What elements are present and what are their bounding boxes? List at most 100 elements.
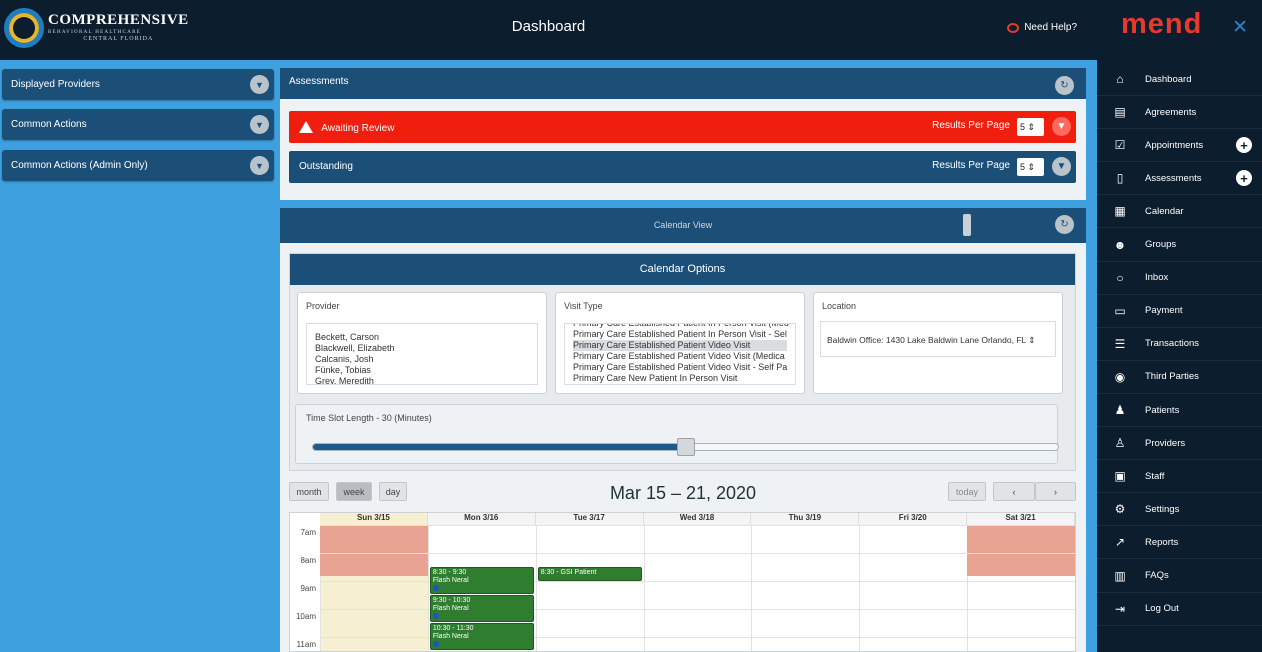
day-header: Mon 3/16 (427, 513, 536, 525)
chevron-down-icon[interactable]: ▼ (250, 75, 269, 94)
common-actions-panel[interactable]: Common Actions ▼ (2, 109, 274, 140)
provider-option[interactable]: Grey, Meredith (315, 376, 529, 384)
hour-label: 10am (295, 612, 316, 621)
visit-type-option[interactable]: Primary Care Established Patient Video V… (573, 340, 787, 351)
hour-label: 11am (296, 640, 316, 649)
provider-icon: ♙ (1114, 436, 1126, 451)
sidebar-item-agreements[interactable]: ▤ Agreements (1097, 96, 1262, 130)
sidebar-item-label: Payment (1145, 305, 1183, 317)
sidebar-item-dashboard[interactable]: ⌂ Dashboard (1097, 63, 1262, 96)
results-per-page-select[interactable]: 5 ⇕ (1017, 118, 1044, 136)
sidebar-item-settings[interactable]: ⚙ Settings (1097, 493, 1262, 527)
need-help-link[interactable]: Need Help? (1007, 22, 1077, 33)
sidebar-item-payment[interactable]: ▭ Payment (1097, 295, 1262, 328)
calendar-event[interactable]: 8:30 - GSI Patient (537, 567, 642, 581)
need-help-label: Need Help? (1024, 22, 1077, 33)
sidebar-item-label: Settings (1145, 503, 1180, 515)
assessments-title: Assessments (289, 76, 349, 87)
location-box: Location Baldwin Office: 1430 Lake Baldw… (813, 292, 1063, 394)
calendar-event[interactable]: 9:30 - 10:30 Flash Neral (429, 595, 534, 622)
awaiting-review-bar[interactable]: Awaiting Review Results Per Page 5 ⇕ ▼ (289, 111, 1076, 143)
sidebar-item-label: Dashboard (1145, 73, 1192, 85)
outstanding-bar[interactable]: Outstanding Results Per Page 5 ⇕ ▼ (289, 151, 1076, 183)
common-actions-admin-panel[interactable]: Common Actions (Admin Only) ▼ (2, 150, 274, 181)
week-grid: Sun 3/15 Mon 3/16 Tue 3/17 Wed 3/18 Thu 3/19… (289, 512, 1076, 652)
day-header: Sun 3/15 (320, 513, 428, 525)
close-icon[interactable]: ✕ (1232, 16, 1248, 39)
day-header: Wed 3/18 (643, 513, 752, 525)
chevron-down-icon[interactable]: ▼ (1052, 117, 1071, 136)
sidebar-item-label: Staff (1145, 470, 1165, 482)
chevron-down-icon[interactable]: ▼ (250, 115, 269, 134)
provider-listbox[interactable]: Beckett, Carson Blackwell, Elizabeth Calca… (306, 323, 538, 385)
sidebar-item-third-parties[interactable]: ◉ Third Parties (1097, 361, 1262, 394)
calendar-panel: Calendar View ↻ Calendar Options Provide… (280, 208, 1086, 652)
results-per-page-label: Results Per Page (932, 120, 1010, 131)
toggle-handle[interactable] (963, 214, 971, 236)
sidebar-item-reports[interactable]: ↗ Reports (1097, 526, 1262, 560)
sidebar-item-label: Groups (1145, 239, 1177, 250)
today-button[interactable]: today (948, 482, 986, 501)
provider-option[interactable]: Beckett, Carson (315, 332, 529, 343)
chevron-down-icon[interactable]: ▼ (250, 156, 269, 175)
sidebar-item-providers[interactable]: ♙ Providers (1097, 427, 1262, 461)
displayed-providers-panel[interactable]: Displayed Providers ▼ (2, 69, 274, 100)
add-icon[interactable]: + (1236, 170, 1252, 187)
sidebar-item-assessments[interactable]: ▯ Assessments + (1097, 162, 1262, 196)
prev-button[interactable]: ‹ (993, 482, 1035, 501)
slider-handle[interactable] (676, 438, 695, 456)
calendar-options-title: Calendar Options (290, 254, 1075, 285)
provider-box: Provider Beckett, Carson Blackwell, Eliza… (297, 292, 547, 394)
sidebar-item-calendar[interactable]: ▦ Calendar (1097, 195, 1262, 229)
sidebar-item-transactions[interactable]: ☰ Transactions (1097, 328, 1262, 361)
refresh-icon[interactable]: ↻ (1055, 215, 1074, 234)
calendar-event[interactable]: 8:30 - 9:30 Flash Neral (429, 567, 534, 594)
mend-logo[interactable]: mend (1121, 8, 1202, 41)
sidebar-item-label: Log Out (1145, 603, 1179, 615)
next-button[interactable]: › (1035, 482, 1076, 501)
hour-line (320, 553, 1075, 554)
results-per-page-select[interactable]: 5 ⇕ (1017, 158, 1044, 176)
sidebar-item-faqs[interactable]: ▥ FAQs (1097, 560, 1262, 593)
provider-option[interactable]: Blackwell, Elizabeth (315, 343, 529, 354)
visit-type-option[interactable]: Primary Care Established Patient Video V… (573, 362, 787, 373)
calendar-event[interactable]: 10:30 - 11:30 Flash Neral (429, 623, 534, 650)
sidebar-item-patients[interactable]: ♟ Patients (1097, 394, 1262, 427)
books-icon: ▥ (1114, 568, 1126, 583)
hour-line (320, 525, 1075, 526)
hour-label: 8am (300, 556, 316, 565)
visit-type-option[interactable]: Primary Care Established Patient In Pers… (573, 329, 787, 340)
visit-type-option[interactable]: Primary Care New Patient In Person Visit… (573, 384, 787, 385)
event-time: 8:30 - GSI Patient (540, 569, 597, 576)
slider-fill (313, 444, 686, 450)
calendar-options: Calendar Options Provider Beckett, Carso… (289, 253, 1076, 471)
outstanding-label: Outstanding (299, 161, 353, 172)
provider-option[interactable]: Calcanis, Josh (315, 354, 529, 365)
time-slot-slider[interactable] (312, 438, 1059, 456)
sidebar-item-inbox[interactable]: ○ Inbox (1097, 262, 1262, 295)
day-header: Tue 3/17 (535, 513, 644, 525)
panel-label: Common Actions (Admin Only) (11, 160, 148, 171)
event-time: 9:30 - 10:30 (432, 597, 471, 604)
time-slot-label: Time Slot Length - 30 (Minutes) (306, 413, 432, 423)
provider-option[interactable]: Fünke, Tobias (315, 365, 529, 376)
sidebar-item-staff[interactable]: ▣ Staff (1097, 460, 1262, 494)
event-title: Flash Neral (432, 605, 469, 612)
calendar-icon: ▦ (1114, 204, 1126, 219)
chat-bubble-icon (1007, 22, 1020, 33)
event-title: Flash Neral (432, 577, 469, 584)
sidebar-item-log-out[interactable]: ⇥ Log Out (1097, 593, 1262, 626)
visit-type-option[interactable]: Primary Care New Patient In Person Visit (573, 373, 787, 384)
event-title: Flash Neral (432, 633, 469, 640)
user-icon: ♟ (1114, 403, 1126, 417)
sidebar-item-appointments[interactable]: ☑ Appointments + (1097, 129, 1262, 163)
visit-type-listbox[interactable]: Primary Care Established Patient In Pers… (564, 323, 796, 385)
chevron-down-icon[interactable]: ▼ (1052, 157, 1071, 176)
sidebar-item-groups[interactable]: ☻ Groups (1097, 229, 1262, 262)
id-badge-icon: ▣ (1114, 469, 1126, 484)
location-select[interactable]: Baldwin Office: 1430 Lake Baldwin Lane O… (820, 321, 1056, 357)
refresh-icon[interactable]: ↻ (1055, 76, 1074, 95)
file-icon: ▯ (1116, 171, 1124, 186)
visit-type-option[interactable]: Primary Care Established Patient Video V… (573, 351, 787, 362)
add-icon[interactable]: + (1236, 137, 1252, 154)
